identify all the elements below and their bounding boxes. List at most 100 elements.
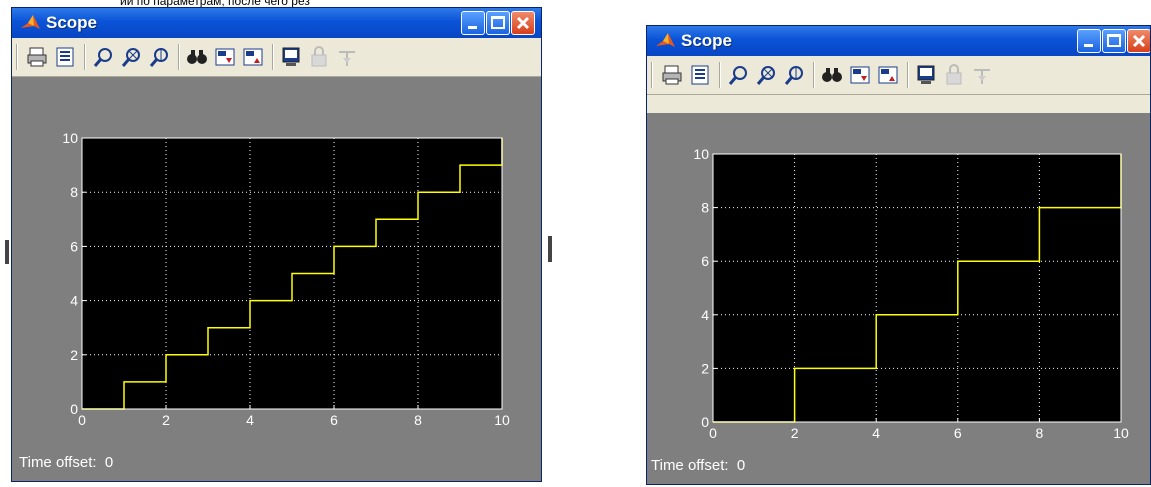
- scope-window[interactable]: Scope 0 2 4 6 8 10 0 2 4 6 8 10 Time offset: 0: [11, 7, 542, 482]
- scope-window[interactable]: Scope 0 2 4 6 8 10 0 2 4 6 8 10 Time offset: 0: [646, 25, 1151, 485]
- scope-plot[interactable]: 0 2 4 6 8 10 0 2 4 6 8 10: [12, 77, 542, 482]
- autoscale-button[interactable]: [821, 64, 843, 86]
- toolbar: [12, 38, 541, 77]
- y-tick-label: 10: [693, 146, 709, 162]
- save-axes-icon: [215, 48, 235, 66]
- signal-selector-button[interactable]: [336, 46, 358, 68]
- maximize-button[interactable]: [486, 11, 510, 35]
- close-icon: [516, 16, 530, 30]
- toolbar-separator: [272, 44, 274, 70]
- zoom-x-button[interactable]: [755, 64, 777, 86]
- y-tick-label: 6: [70, 238, 78, 254]
- zoom-button[interactable]: [92, 46, 114, 68]
- lock-axes-button[interactable]: [943, 64, 965, 86]
- save-axes-button[interactable]: [214, 46, 236, 68]
- title-bar[interactable]: Scope: [647, 26, 1150, 56]
- lock-axes-icon: [311, 46, 327, 67]
- maximize-icon: [491, 16, 505, 29]
- toolbar-grip[interactable]: [16, 44, 18, 70]
- time-offset-value: 0: [104, 454, 114, 471]
- parameters-icon: [56, 47, 74, 67]
- parameters-button[interactable]: [54, 46, 76, 68]
- minimize-button[interactable]: [1077, 29, 1101, 53]
- plot-panel: 0 2 4 6 8 10 0 2 4 6 8 10 Time offset: 0: [647, 113, 1150, 484]
- x-tick-label: 10: [1113, 425, 1129, 441]
- print-icon: [27, 47, 47, 67]
- signal-selector-icon: [339, 51, 355, 66]
- maximize-icon: [1107, 34, 1121, 47]
- zoom-icon: [728, 66, 747, 85]
- y-tick-label: 4: [701, 307, 709, 323]
- matlab-icon: [21, 15, 40, 29]
- print-button[interactable]: [26, 46, 48, 68]
- zoom-button[interactable]: [727, 64, 749, 86]
- y-tick-label: 0: [701, 414, 709, 430]
- floating-scope-icon: [917, 65, 935, 84]
- zoom-y-button[interactable]: [148, 46, 170, 68]
- y-tick-label: 8: [70, 184, 78, 200]
- x-tick-label: 4: [872, 425, 880, 441]
- y-tick-label: 0: [70, 401, 78, 417]
- floating-scope-button[interactable]: [280, 46, 302, 68]
- close-button[interactable]: [511, 11, 535, 35]
- x-tick-label: 8: [1036, 425, 1044, 441]
- toolbar-grip[interactable]: [651, 62, 653, 88]
- toolbar-separator: [178, 44, 180, 70]
- floating-scope-icon: [282, 47, 300, 66]
- lock-axes-button[interactable]: [308, 46, 330, 68]
- restore-axes-icon: [878, 66, 898, 84]
- minimize-button[interactable]: [461, 11, 485, 35]
- parameters-icon: [691, 65, 709, 85]
- plot-panel: 0 2 4 6 8 10 0 2 4 6 8 10 Time offset: 0: [12, 77, 541, 481]
- print-icon: [662, 65, 682, 85]
- restore-axes-button[interactable]: [877, 64, 899, 86]
- zoom-x-icon: [756, 66, 775, 85]
- x-tick-label: 4: [246, 412, 254, 428]
- y-tick-label: 4: [70, 293, 78, 309]
- lock-axes-icon: [946, 64, 962, 85]
- toolbar-separator: [907, 62, 909, 88]
- zoom-x-icon: [121, 48, 140, 67]
- zoom-y-icon: [784, 66, 803, 85]
- background-mark-left: [5, 240, 9, 264]
- zoom-y-button[interactable]: [783, 64, 805, 86]
- autoscale-icon: [187, 50, 207, 64]
- x-tick-label: 10: [494, 412, 510, 428]
- x-tick-label: 6: [954, 425, 962, 441]
- y-tick-label: 10: [62, 130, 78, 146]
- save-axes-icon: [850, 66, 870, 84]
- time-offset-value: 0: [736, 457, 746, 474]
- y-tick-label: 2: [701, 360, 709, 376]
- y-tick-label: 8: [701, 200, 709, 216]
- title-bar[interactable]: Scope: [12, 8, 541, 38]
- parameters-button[interactable]: [689, 64, 711, 86]
- minimize-icon: [1084, 44, 1093, 47]
- signal-selector-button[interactable]: [971, 64, 993, 86]
- x-tick-label: 8: [414, 412, 422, 428]
- x-tick-label: 2: [791, 425, 799, 441]
- window-title: Scope: [46, 13, 98, 32]
- minimize-icon: [468, 26, 477, 29]
- close-button[interactable]: [1127, 29, 1150, 53]
- x-tick-label: 6: [330, 412, 338, 428]
- toolbar: [647, 56, 1150, 95]
- signal-selector-icon: [974, 69, 990, 84]
- floating-scope-button[interactable]: [915, 64, 937, 86]
- scope-plot[interactable]: 0 2 4 6 8 10 0 2 4 6 8 10: [647, 113, 1151, 485]
- background-mark-right: [548, 236, 552, 262]
- y-tick-label: 2: [70, 347, 78, 363]
- maximize-button[interactable]: [1102, 29, 1126, 53]
- plot-area: [713, 154, 1121, 422]
- zoom-icon: [93, 48, 112, 67]
- x-tick-label: 0: [709, 425, 717, 441]
- toolbar-separator: [84, 44, 86, 70]
- print-button[interactable]: [661, 64, 683, 86]
- restore-axes-icon: [243, 48, 263, 66]
- autoscale-button[interactable]: [186, 46, 208, 68]
- restore-axes-button[interactable]: [242, 46, 264, 68]
- zoom-x-button[interactable]: [120, 46, 142, 68]
- time-offset-text: Time offset:: [651, 457, 729, 474]
- zoom-y-icon: [149, 48, 168, 67]
- time-offset-text: Time offset:: [19, 454, 97, 471]
- save-axes-button[interactable]: [849, 64, 871, 86]
